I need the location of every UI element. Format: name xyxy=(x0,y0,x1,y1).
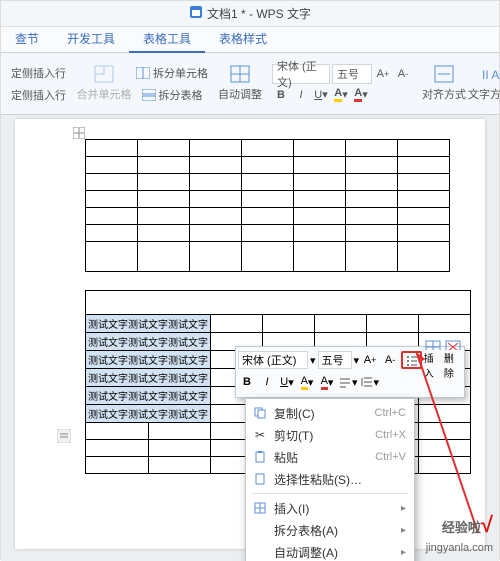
paste-special-icon xyxy=(252,471,268,487)
mini-bullet-button[interactable] xyxy=(401,351,422,369)
ribbon-tabs: 查节 开发工具 表格工具 表格样式 xyxy=(1,27,499,53)
merge-icon xyxy=(94,65,114,83)
mini-spacing-button[interactable]: ▾ xyxy=(360,373,380,391)
tab-table-tools[interactable]: 表格工具 xyxy=(129,25,205,52)
ctx-copy[interactable]: 复制(C)Ctrl+C xyxy=(246,402,414,424)
insert-row-left-button[interactable]: 定侧插入行 xyxy=(5,62,72,84)
mini-delete-button[interactable]: 删除 xyxy=(444,340,462,380)
mini-font-select[interactable]: 宋体 (正文) xyxy=(238,351,308,369)
ribbon: 定侧插入行 定侧插入行 合并单元格 拆分单元格 拆分表格 自动调整 宋体 (正文… xyxy=(1,53,499,115)
bullet-list-icon xyxy=(405,353,418,367)
window-title: 文档1 * - WPS 文字 xyxy=(207,5,311,22)
mini-align-button[interactable]: ▾ xyxy=(338,373,358,391)
split-table-button[interactable]: 拆分表格 xyxy=(130,84,214,106)
mini-italic-button[interactable]: I xyxy=(258,373,276,391)
svg-text:II A: II A xyxy=(482,68,499,82)
title-bar: 文档1 * - WPS 文字 xyxy=(1,1,499,27)
copy-icon xyxy=(252,405,268,421)
bold-button[interactable]: B xyxy=(272,86,290,104)
cut-icon: ✂ xyxy=(252,427,268,443)
ctx-insert[interactable]: 插入(I)▸ xyxy=(246,497,414,519)
autofit-icon xyxy=(230,65,250,83)
mini-shrink-button[interactable]: A- xyxy=(381,351,399,369)
font-color-button[interactable]: A▾ xyxy=(352,86,370,104)
tab-table-style[interactable]: 表格样式 xyxy=(205,25,281,52)
align-icon xyxy=(338,375,352,389)
insert-row-left2-button[interactable]: 定侧插入行 xyxy=(5,84,72,106)
watermark: 经验啦√ jingyanla.com xyxy=(426,512,493,555)
table-row xyxy=(86,225,450,242)
delete-table-icon xyxy=(445,340,461,350)
mini-toolbar: 宋体 (正文) ▾ 五号 ▾ A+ A- 插入 删除 B xyxy=(235,346,465,398)
mini-bold-button[interactable]: B xyxy=(238,373,256,391)
table-row xyxy=(86,242,450,272)
panel-collapse-icon[interactable] xyxy=(57,429,73,445)
paste-icon xyxy=(252,449,268,465)
alignment-button[interactable]: 对齐方式 xyxy=(424,56,464,112)
page-area: 测试文字测试文字测试文字 测试文字测试文字测试文字 测试文字测试文字测试文字 测… xyxy=(1,115,499,561)
split-cells-button[interactable]: 拆分单元格 xyxy=(130,62,214,84)
mini-font-color-button[interactable]: A▾ xyxy=(318,373,336,391)
tab-devtools[interactable]: 开发工具 xyxy=(53,25,129,52)
font-grow-button[interactable]: A+ xyxy=(374,65,392,83)
spacing-icon xyxy=(360,375,374,389)
table-row xyxy=(86,208,450,225)
table-row: 测试文字测试文字测试文字 xyxy=(86,315,471,333)
table-row xyxy=(86,191,450,208)
mini-highlight-button[interactable]: A▾ xyxy=(298,373,316,391)
font-shrink-button[interactable]: A- xyxy=(394,65,412,83)
merge-cells-button: 合并单元格 xyxy=(84,56,124,112)
table-row xyxy=(86,140,450,157)
check-icon: √ xyxy=(481,512,493,537)
text-dir-icon: II A xyxy=(480,65,500,83)
split-cell-icon xyxy=(136,67,150,79)
table-row xyxy=(86,157,450,174)
menu-separator xyxy=(252,493,408,494)
italic-button[interactable]: I xyxy=(292,86,310,104)
document-page[interactable]: 测试文字测试文字测试文字 测试文字测试文字测试文字 测试文字测试文字测试文字 测… xyxy=(15,119,485,549)
autofit-button[interactable]: 自动调整 xyxy=(220,56,260,112)
font-size-select[interactable]: 五号 xyxy=(332,64,372,84)
highlight-button[interactable]: A▾ xyxy=(332,86,350,104)
table-move-handle-icon[interactable] xyxy=(73,127,85,139)
insert-icon xyxy=(252,500,268,516)
mini-size-select[interactable]: 五号 xyxy=(318,351,352,369)
tab-review[interactable]: 查节 xyxy=(1,25,53,52)
insert-table-icon xyxy=(425,340,441,350)
text-direction-button[interactable]: II A 文字方向 xyxy=(470,56,500,112)
mini-grow-button[interactable]: A+ xyxy=(361,351,379,369)
split-table-icon xyxy=(142,89,156,101)
ctx-autofit[interactable]: 自动调整(A)▸ xyxy=(246,541,414,561)
app-icon xyxy=(189,5,203,22)
ctx-cut[interactable]: ✂剪切(T)Ctrl+X xyxy=(246,424,414,446)
mini-underline-button[interactable]: U▾ xyxy=(278,373,296,391)
underline-button[interactable]: U ▾ xyxy=(312,86,330,104)
font-family-select[interactable]: 宋体 (正文) xyxy=(272,64,330,84)
alignment-icon xyxy=(434,65,454,83)
table-row xyxy=(86,291,471,315)
context-menu: 复制(C)Ctrl+C ✂剪切(T)Ctrl+X 粘贴Ctrl+V 选择性粘贴(… xyxy=(245,398,415,561)
ctx-split-table[interactable]: 拆分表格(A)▸ xyxy=(246,519,414,541)
ctx-paste[interactable]: 粘贴Ctrl+V xyxy=(246,446,414,468)
table-row xyxy=(86,174,450,191)
ctx-paste-special[interactable]: 选择性粘贴(S)… xyxy=(246,468,414,490)
mini-insert-button[interactable]: 插入 xyxy=(424,340,442,380)
